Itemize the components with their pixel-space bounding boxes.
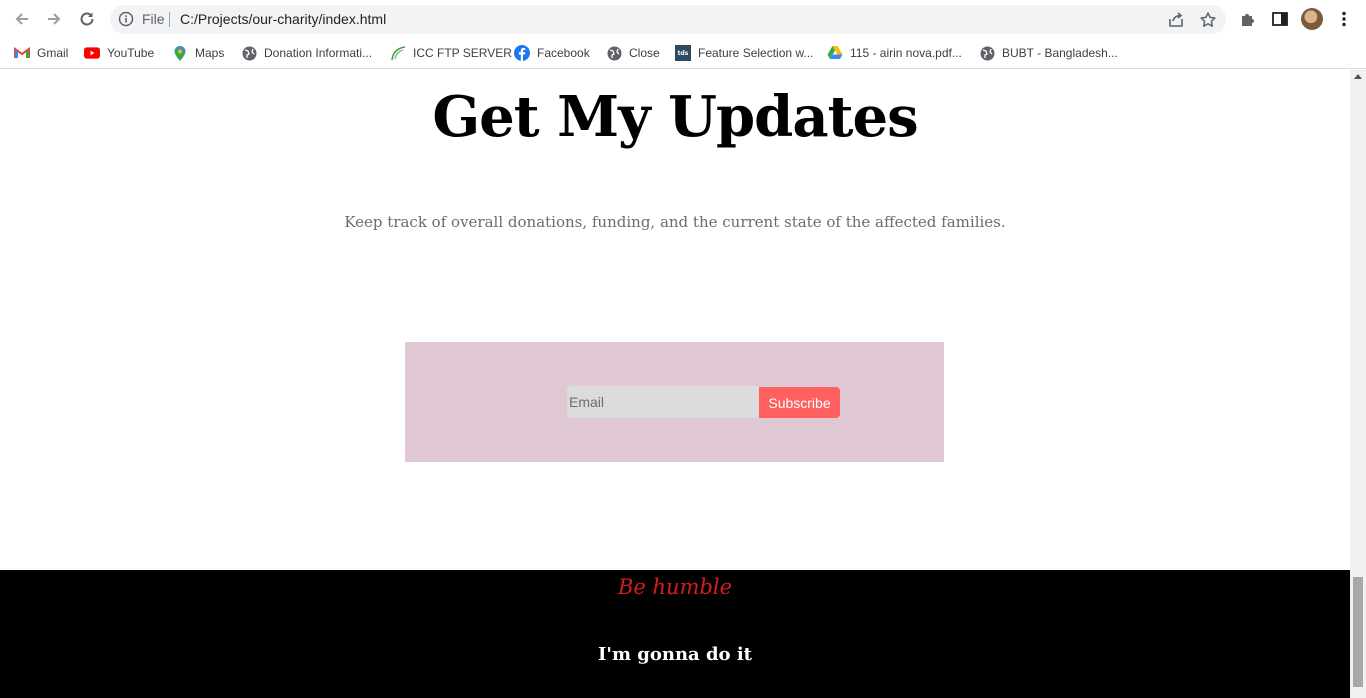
page-description: Keep track of overall donations, funding… bbox=[344, 213, 1006, 231]
share-icon[interactable] bbox=[1167, 11, 1185, 29]
url-text[interactable]: C:/Projects/our-charity/index.html bbox=[180, 11, 386, 27]
forward-button[interactable] bbox=[42, 7, 66, 31]
bookmark-label: Gmail bbox=[37, 46, 69, 60]
reload-button[interactable] bbox=[75, 7, 99, 31]
bookmark-maps[interactable]: Maps bbox=[172, 42, 224, 64]
facebook-icon bbox=[514, 45, 530, 61]
globe-icon bbox=[979, 45, 995, 61]
globe-icon bbox=[241, 45, 257, 61]
bookmarks-bar: Gmail YouTube Maps Donation Informati...… bbox=[0, 38, 1366, 69]
bookmark-label: ICC FTP SERVER bbox=[413, 46, 512, 60]
scheme-label: File bbox=[142, 11, 165, 27]
kebab-menu-icon[interactable] bbox=[1335, 10, 1353, 28]
scrollbar-thumb[interactable] bbox=[1353, 577, 1363, 687]
tds-icon: tds bbox=[675, 45, 691, 61]
browser-toolbar: File C:/Projects/our-charity/index.html bbox=[0, 0, 1366, 38]
info-icon[interactable] bbox=[118, 11, 134, 27]
email-input[interactable] bbox=[567, 386, 759, 418]
google-drive-icon bbox=[827, 45, 843, 61]
reload-icon bbox=[80, 12, 94, 26]
footer-motto: Be humble bbox=[617, 575, 733, 599]
bookmark-label: Donation Informati... bbox=[264, 46, 373, 60]
profile-avatar[interactable] bbox=[1301, 8, 1323, 30]
side-panel-icon[interactable] bbox=[1271, 10, 1289, 28]
extensions-puzzle-icon[interactable] bbox=[1239, 10, 1257, 28]
footer-tagline: I'm gonna do it bbox=[598, 644, 752, 665]
scroll-up-arrow-icon[interactable] bbox=[1354, 74, 1362, 79]
icc-leaf-icon bbox=[390, 45, 406, 61]
bookmark-label: YouTube bbox=[107, 46, 155, 60]
youtube-icon bbox=[84, 45, 100, 61]
subscribe-section: Subscribe bbox=[405, 342, 944, 462]
bookmark-label: 115 - airin nova.pdf... bbox=[850, 46, 962, 60]
bookmark-feature-selection[interactable]: tds Feature Selection w... bbox=[675, 42, 813, 64]
bookmark-label: Feature Selection w... bbox=[698, 46, 814, 60]
footer: Be humble I'm gonna do it bbox=[0, 570, 1350, 698]
back-button[interactable] bbox=[10, 7, 34, 31]
bookmark-bubt[interactable]: BUBT - Bangladesh... bbox=[979, 42, 1118, 64]
bookmark-star-icon[interactable] bbox=[1199, 11, 1217, 29]
omnibox-divider bbox=[169, 12, 170, 27]
arrow-left-icon bbox=[15, 13, 28, 25]
bookmark-label: Facebook bbox=[537, 46, 590, 60]
subscribe-button[interactable]: Subscribe bbox=[759, 387, 840, 418]
page-title: Get My Updates bbox=[432, 84, 918, 150]
address-bar[interactable]: File C:/Projects/our-charity/index.html bbox=[110, 5, 1226, 34]
bookmark-youtube[interactable]: YouTube bbox=[84, 42, 154, 64]
bookmark-facebook[interactable]: Facebook bbox=[514, 42, 590, 64]
bookmark-label: Maps bbox=[195, 46, 225, 60]
globe-icon bbox=[606, 45, 622, 61]
gmail-icon bbox=[14, 45, 30, 61]
bookmark-label: Close bbox=[629, 46, 660, 60]
page-viewport: Get My Updates Keep track of overall don… bbox=[0, 70, 1350, 698]
page-scrollbar[interactable] bbox=[1350, 70, 1366, 698]
bookmark-icc-ftp-server[interactable]: ICC FTP SERVER bbox=[390, 42, 512, 64]
bookmark-donation-information[interactable]: Donation Informati... bbox=[241, 42, 372, 64]
arrow-right-icon bbox=[48, 13, 61, 25]
bookmark-label: BUBT - Bangladesh... bbox=[1002, 46, 1118, 60]
bookmark-drive-pdf[interactable]: 115 - airin nova.pdf... bbox=[827, 42, 962, 64]
bookmark-close[interactable]: Close bbox=[606, 42, 660, 64]
bookmark-gmail[interactable]: Gmail bbox=[14, 42, 68, 64]
maps-icon bbox=[172, 45, 188, 61]
